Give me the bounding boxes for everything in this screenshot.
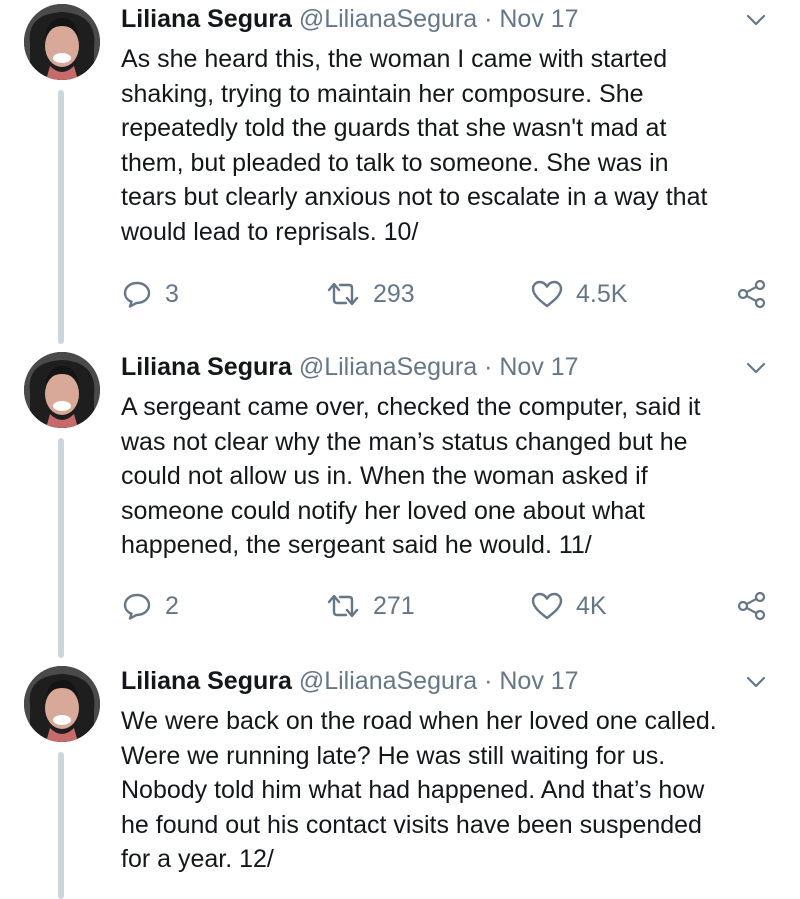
tweet-2: Liliana Segura @LilianaSegura · Nov 17 A… — [0, 348, 800, 658]
tweet-text-line: A sergeant came over, checked the comput… — [121, 393, 701, 421]
reply-count: 2 — [165, 591, 179, 620]
like-button[interactable]: 4.5K — [530, 277, 627, 311]
share-icon — [737, 279, 766, 309]
author-name[interactable]: Liliana Segura — [121, 5, 292, 33]
tweet-text-line: shaking, trying to maintain her composur… — [121, 79, 644, 108]
tweet-text-line: would lead to reprisals. 10/ — [121, 217, 419, 246]
tweet-date[interactable]: Nov 17 — [499, 667, 578, 695]
like-button[interactable]: 4K — [530, 589, 607, 623]
like-count: 4.5K — [576, 279, 628, 308]
share-button[interactable] — [736, 589, 780, 623]
retweet-button[interactable]: 271 — [325, 589, 415, 623]
separator-dot: · — [484, 353, 493, 381]
tweet-text-line: someone could notify her loved one about… — [121, 496, 645, 525]
retweet-button[interactable]: 293 — [325, 277, 415, 311]
chevron-down-icon[interactable] — [744, 672, 768, 692]
tweet-text-line: was not clear why the man’s status chang… — [121, 427, 688, 456]
reply-count: 3 — [165, 279, 179, 308]
separator-dot: · — [484, 667, 493, 695]
thread-line — [58, 752, 64, 899]
tweet-text-line: happened, the sergeant said he would. 11… — [121, 531, 592, 559]
like-icon — [531, 592, 563, 620]
tweet-header: Liliana Segura @LilianaSegura · Nov 17 — [121, 1, 579, 37]
tweet-text: As she heard this, the woman I came with… — [121, 42, 781, 249]
reply-button[interactable]: 2 — [121, 589, 179, 623]
author-name[interactable]: Liliana Segura — [121, 667, 292, 695]
retweet-count: 271 — [373, 591, 415, 620]
tweet-text-line: for a year. 12/ — [121, 845, 274, 873]
tweet-date[interactable]: Nov 17 — [499, 5, 578, 33]
tweet-1: Liliana Segura @LilianaSegura · Nov 17 A… — [0, 0, 800, 344]
tweet-text-line: could not allow us in. When the woman as… — [121, 462, 648, 490]
tweet-text-line: tears but clearly anxious not to escalat… — [121, 183, 708, 211]
share-button[interactable] — [736, 277, 780, 311]
tweet-date[interactable]: Nov 17 — [499, 353, 578, 381]
like-icon — [531, 280, 563, 308]
retweet-icon — [327, 282, 359, 306]
like-count: 4K — [576, 591, 607, 620]
tweet-3: Liliana Segura @LilianaSegura · Nov 17 W… — [0, 662, 800, 899]
reply-icon — [123, 281, 151, 308]
tweet-text-line: Were we running late? He was still waiti… — [121, 741, 666, 770]
author-handle[interactable]: @LilianaSegura — [299, 353, 477, 381]
avatar[interactable] — [24, 4, 100, 80]
thread-line — [58, 90, 64, 344]
author-handle[interactable]: @LilianaSegura — [299, 667, 477, 695]
tweet-text-line: them, but pleaded to talk to someone. Sh… — [121, 148, 669, 177]
tweet-text: A sergeant came over, checked the comput… — [121, 390, 781, 563]
tweet-text-line: he found out his contact visits have bee… — [121, 810, 702, 839]
tweet-header: Liliana Segura @LilianaSegura · Nov 17 — [121, 663, 579, 699]
tweet-text: We were back on the road when her loved … — [121, 704, 781, 877]
retweet-count: 293 — [373, 279, 415, 308]
avatar[interactable] — [24, 352, 100, 428]
retweet-icon — [327, 594, 359, 618]
avatar[interactable] — [24, 666, 100, 742]
reply-icon — [123, 593, 151, 620]
tweet-text-line: As she heard this, the woman I came with… — [121, 45, 668, 73]
author-name[interactable]: Liliana Segura — [121, 353, 292, 381]
tweet-text-line: repeatedly told the guards that she wasn… — [121, 114, 667, 142]
thread-line — [58, 438, 64, 658]
tweet-header: Liliana Segura @LilianaSegura · Nov 17 — [121, 349, 579, 385]
reply-button[interactable]: 3 — [121, 277, 179, 311]
author-handle[interactable]: @LilianaSegura — [299, 5, 477, 33]
tweet-text-line: Nobody told him what had happened. And t… — [121, 776, 705, 804]
share-icon — [737, 591, 766, 621]
tweet-text-line: We were back on the road when her loved … — [121, 707, 717, 735]
chevron-down-icon[interactable] — [744, 10, 768, 30]
separator-dot: · — [484, 5, 493, 33]
chevron-down-icon[interactable] — [744, 358, 768, 378]
